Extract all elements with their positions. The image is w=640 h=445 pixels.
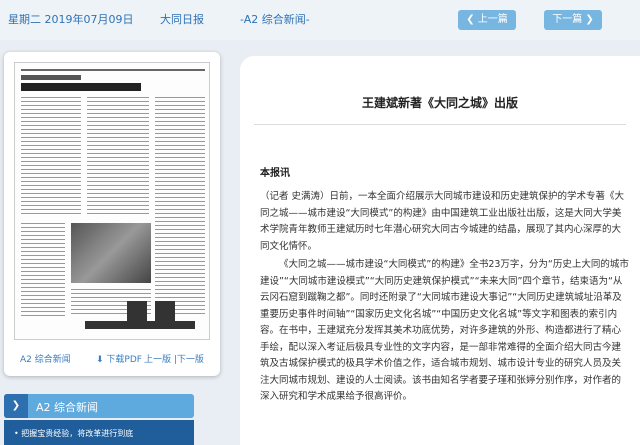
page-link[interactable]: A2 综合新闻	[20, 352, 71, 365]
prev-article-label: 上一篇	[477, 14, 508, 25]
list-item[interactable]: • 把握宝贵经验，将改革进行到底	[14, 428, 133, 439]
next-arrow-icon: ❯	[582, 14, 594, 25]
top-bar: 星期二 2019年07月09日 大同日报 -A2 综合新闻- ❮ 上一篇 下一篇…	[0, 0, 640, 40]
page-thumbnail-image[interactable]	[14, 62, 210, 340]
section-label: A2 综合新闻	[36, 401, 99, 414]
page-name: -A2 综合新闻-	[240, 13, 310, 26]
title-divider	[254, 124, 626, 125]
issue-date: 星期二 2019年07月09日	[8, 13, 134, 26]
download-pdf-link[interactable]: ⬇ 下载PDF	[96, 352, 142, 365]
page-nav-links[interactable]: 上一版 |下一版	[144, 352, 204, 365]
next-article-label: 下一篇	[552, 14, 583, 25]
article-paragraph: （记者 史满涛）日前，一本全面介绍展示大同城市建设和历史建筑保护的学术专著《大同…	[260, 191, 625, 252]
download-icon: ⬇	[96, 355, 107, 365]
list-item-label: 把握宝贵经验，将改革进行到底	[21, 429, 134, 438]
newspaper-name: 大同日报	[160, 13, 204, 26]
article-paragraph: 《大同之城——城市建设“大同模式”的构建》全书23万字，分为“历史上大同的城市建…	[260, 259, 629, 402]
next-article-button[interactable]: 下一篇 ❯	[544, 10, 602, 30]
article-title: 王建斌新著《大同之城》出版	[361, 96, 518, 110]
article-panel: 王建斌新著《大同之城》出版 本报讯 （记者 史满涛）日前，一本全面介绍展示大同城…	[240, 56, 640, 445]
article-byline: 本报讯	[260, 168, 290, 179]
chevron-right-icon: ❯	[4, 394, 28, 418]
prev-article-button[interactable]: ❮ 上一篇	[458, 10, 516, 30]
download-pdf-label: 下载PDF	[106, 355, 142, 365]
article-list: • 把握宝贵经验，将改革进行到底	[4, 420, 194, 445]
page-thumbnail-card: A2 综合新闻 ⬇ 下载PDF 上一版 |下一版	[4, 52, 220, 376]
prev-arrow-icon: ❮	[466, 14, 478, 25]
section-header[interactable]: ❯ A2 综合新闻	[4, 394, 194, 418]
